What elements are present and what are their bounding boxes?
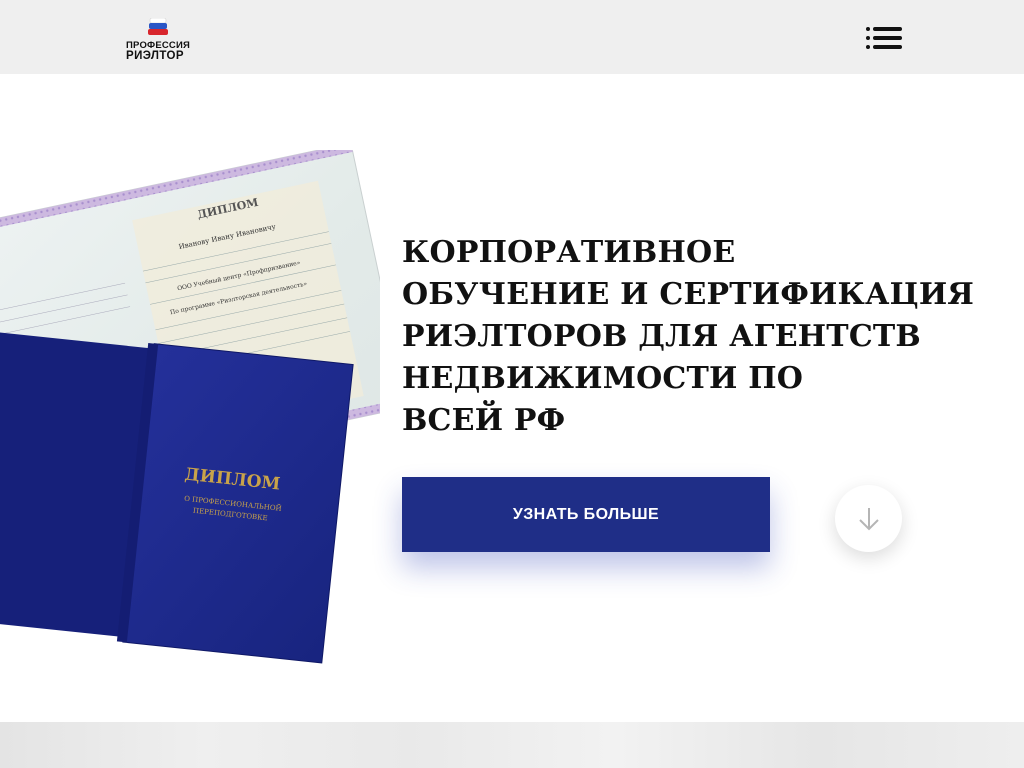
headline-line: НЕДВИЖИМОСТИ ПО	[402, 361, 804, 396]
next-section-preview	[0, 722, 1024, 768]
headline-line: РИЭЛТОРОВ ДЛЯ АГЕНТСТВ	[402, 319, 921, 354]
headline-line: ВСЕЙ РФ	[402, 403, 566, 438]
site-header: ПРОФЕССИЯ РИЭЛТОР	[0, 0, 1024, 74]
hero-headline: КОРПОРАТИВНОЕ ОБУЧЕНИЕ И СЕРТИФИКАЦИЯ РИ…	[402, 232, 975, 442]
headline-line: КОРПОРАТИВНОЕ	[402, 235, 736, 270]
logo-line-2: РИЭЛТОР	[126, 50, 184, 62]
diploma-image: ДИПЛОМ Иванову Ивану Ивановичу ООО Учебн…	[0, 150, 380, 664]
scroll-down-button[interactable]	[835, 485, 902, 552]
hamburger-menu-icon[interactable]	[866, 25, 902, 51]
diploma-illustration: ДИПЛОМ Иванову Ивану Ивановичу ООО Учебн…	[0, 150, 380, 670]
logo[interactable]: ПРОФЕССИЯ РИЭЛТОР	[126, 16, 206, 62]
flag-icon	[148, 18, 168, 35]
learn-more-button[interactable]: УЗНАТЬ БОЛЬШЕ	[402, 477, 770, 552]
headline-line: ОБУЧЕНИЕ И СЕРТИФИКАЦИЯ	[402, 277, 975, 312]
arrow-down-icon	[859, 508, 879, 531]
